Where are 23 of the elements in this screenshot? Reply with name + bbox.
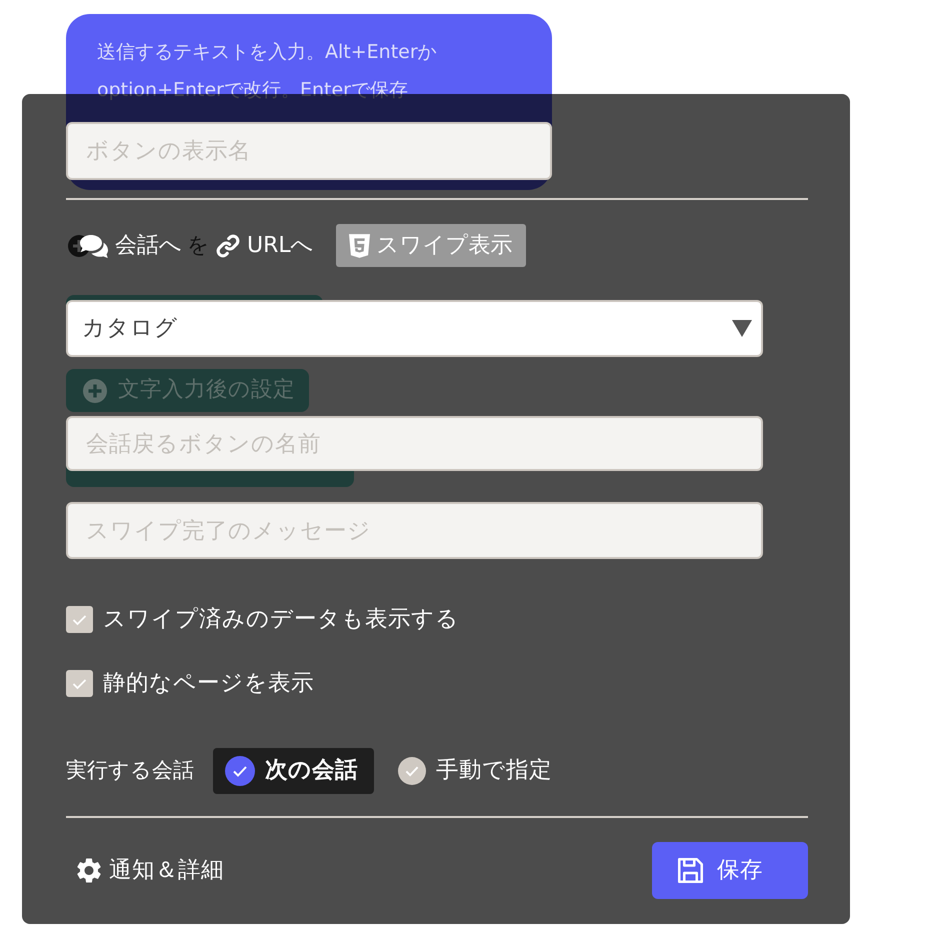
catalog-select[interactable]: カタログ	[66, 300, 763, 357]
shield-icon	[348, 234, 370, 258]
tab[interactable]: URLへ	[216, 224, 314, 267]
check-icon	[72, 678, 87, 690]
details-link[interactable]: 通知＆詳細	[77, 854, 224, 888]
hint-text: 送信するテキストを入力。Alt+Enterか	[97, 40, 438, 65]
checkbox-label: 静的なページを表示	[103, 668, 314, 698]
check-icon	[72, 614, 87, 626]
checkbox[interactable]	[66, 670, 93, 697]
speech-bubbles-icon	[80, 234, 108, 258]
link-icon	[216, 234, 240, 258]
check-circle-icon	[225, 756, 255, 786]
run-conversation-label: 実行する会話	[66, 757, 194, 784]
checkbox-label: スワイプ済みのデータも表示する	[103, 604, 459, 634]
covered-label: を	[187, 234, 210, 258]
settings-icon	[77, 858, 101, 883]
tab[interactable]: 会話へ	[80, 224, 182, 267]
check-circle-icon	[398, 757, 426, 785]
radio-option[interactable]: 次の会話	[213, 748, 374, 794]
radio-option[interactable]: 手動で指定	[386, 748, 568, 794]
save-button[interactable]: 保存	[652, 842, 808, 899]
checkbox[interactable]	[66, 606, 93, 633]
caret-icon	[732, 320, 752, 337]
